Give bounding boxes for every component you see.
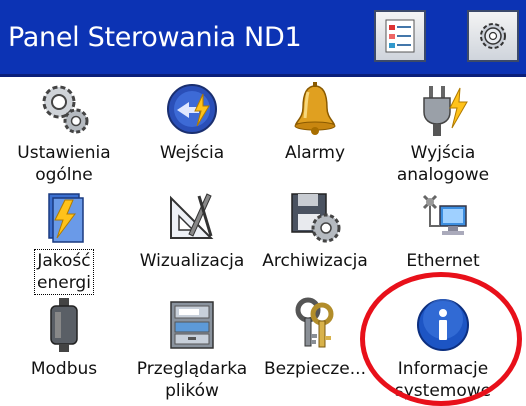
item-label-line2: plików — [165, 381, 219, 401]
item-label-line2: energi — [37, 273, 91, 293]
settings-gear-icon — [480, 23, 506, 49]
window-title: Panel Sterowania ND1 — [8, 22, 302, 53]
item-label-line1: Przeglądarka — [136, 359, 248, 379]
item-przegladarka[interactable]: Przeglądarka plików — [127, 296, 257, 402]
item-ethernet[interactable]: Ethernet — [378, 188, 508, 272]
item-archiwizacja[interactable]: Archiwizacja — [250, 188, 380, 272]
item-label-line1: Ethernet — [406, 251, 480, 271]
item-label-line1: Archiwizacja — [262, 251, 368, 271]
item-label-line1: Ustawienia — [17, 143, 111, 163]
item-label-line2: analogowe — [396, 165, 490, 185]
item-ustawienia[interactable]: Ustawienia ogólne — [0, 80, 129, 186]
item-label-line2: ogólne — [35, 165, 93, 185]
item-label-line1: Jakość — [37, 251, 91, 271]
highlight-annotation-circle — [360, 272, 522, 406]
module-icon — [35, 296, 93, 354]
plug-lightning-icon — [414, 80, 472, 138]
floppy-gear-icon — [286, 188, 344, 246]
file-cabinet-icon — [163, 296, 221, 354]
item-wejscia[interactable]: Wejścia — [127, 80, 257, 164]
item-label-line1: Bezpiecze... — [264, 359, 366, 379]
view-toggle-button[interactable] — [374, 10, 426, 62]
item-label-line1: Wyjścia — [410, 143, 476, 163]
bell-icon — [286, 80, 344, 138]
item-label-line1: Modbus — [30, 359, 98, 379]
input-lightning-icon — [163, 80, 221, 138]
network-computer-icon — [414, 188, 472, 246]
settings-button[interactable] — [467, 10, 519, 62]
item-label-line1: Alarmy — [284, 143, 346, 163]
keys-icon — [286, 296, 344, 354]
item-wyjscia[interactable]: Wyjścia analogowe — [378, 80, 508, 186]
item-label-line1: Wejścia — [159, 143, 225, 163]
energy-document-icon — [35, 188, 93, 246]
drawing-tools-icon — [163, 188, 221, 246]
gears-icon — [35, 80, 93, 138]
item-alarmy[interactable]: Alarmy — [250, 80, 380, 164]
item-modbus[interactable]: Modbus — [0, 296, 129, 380]
item-jakosc[interactable]: Jakość energi — [0, 188, 129, 295]
title-bar: Panel Sterowania ND1 — [0, 0, 526, 77]
item-wizualizacja[interactable]: Wizualizacja — [127, 188, 257, 272]
item-label-line1: Wizualizacja — [139, 251, 245, 271]
view-toggle-icon — [385, 19, 415, 53]
